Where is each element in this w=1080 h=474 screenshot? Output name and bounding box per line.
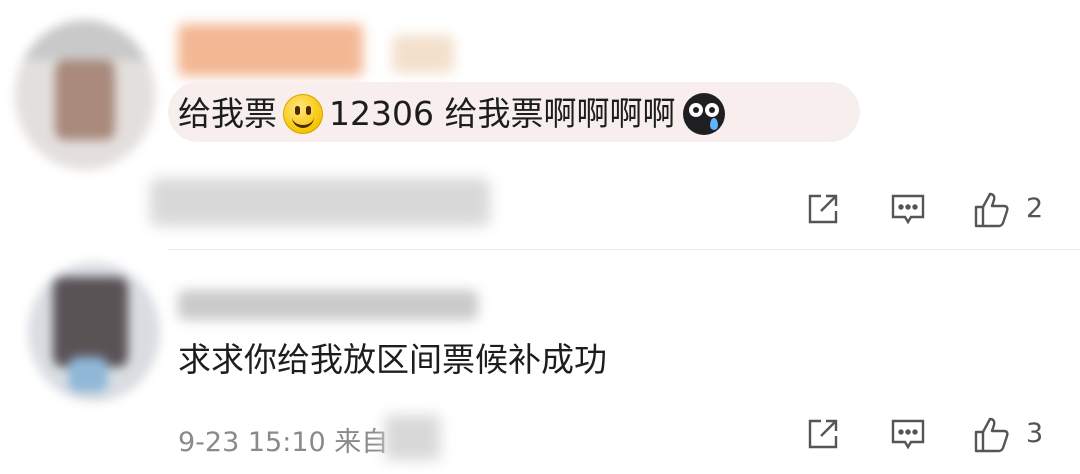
user-badge-blurred xyxy=(392,35,454,73)
like-count: 2 xyxy=(1026,193,1044,224)
comment-meta-blurred xyxy=(150,178,490,226)
share-icon[interactable] xyxy=(804,190,842,232)
comment-reply-icon[interactable] xyxy=(889,415,927,457)
comment-text-content: 求求你给我放区间票候补成功 xyxy=(178,340,607,379)
thumbs-up-icon[interactable] xyxy=(972,415,1012,459)
username-blurred[interactable] xyxy=(178,24,363,76)
source-blurred xyxy=(385,415,440,460)
comment-text: 给我票 12306 给我票啊啊啊啊 xyxy=(178,93,726,135)
thumbs-up-icon[interactable] xyxy=(972,190,1012,234)
username-blurred[interactable] xyxy=(178,290,478,320)
timestamp: 9-23 15:10 xyxy=(178,427,326,458)
smile-emoji-icon xyxy=(283,94,323,134)
source-label: 来自 xyxy=(334,427,389,458)
share-icon[interactable] xyxy=(804,415,842,457)
avatar[interactable] xyxy=(28,262,160,402)
like-count: 3 xyxy=(1026,418,1044,449)
avatar[interactable] xyxy=(15,20,155,170)
comment-text-part2: 12306 给我票啊啊啊啊 xyxy=(329,94,676,133)
comment-item: 给我票 12306 给我票啊啊啊啊 2 xyxy=(0,0,1080,250)
comment-text-part1: 给我票 xyxy=(178,94,277,133)
comment-meta: 9-23 15:10 来自 xyxy=(178,420,388,459)
crying-emoji-icon xyxy=(683,93,726,135)
comment-text: 求求你给我放区间票候补成功 xyxy=(178,340,607,380)
comment-item: 求求你给我放区间票候补成功 9-23 15:10 来自 3 xyxy=(0,250,1080,474)
comment-reply-icon[interactable] xyxy=(889,190,927,232)
